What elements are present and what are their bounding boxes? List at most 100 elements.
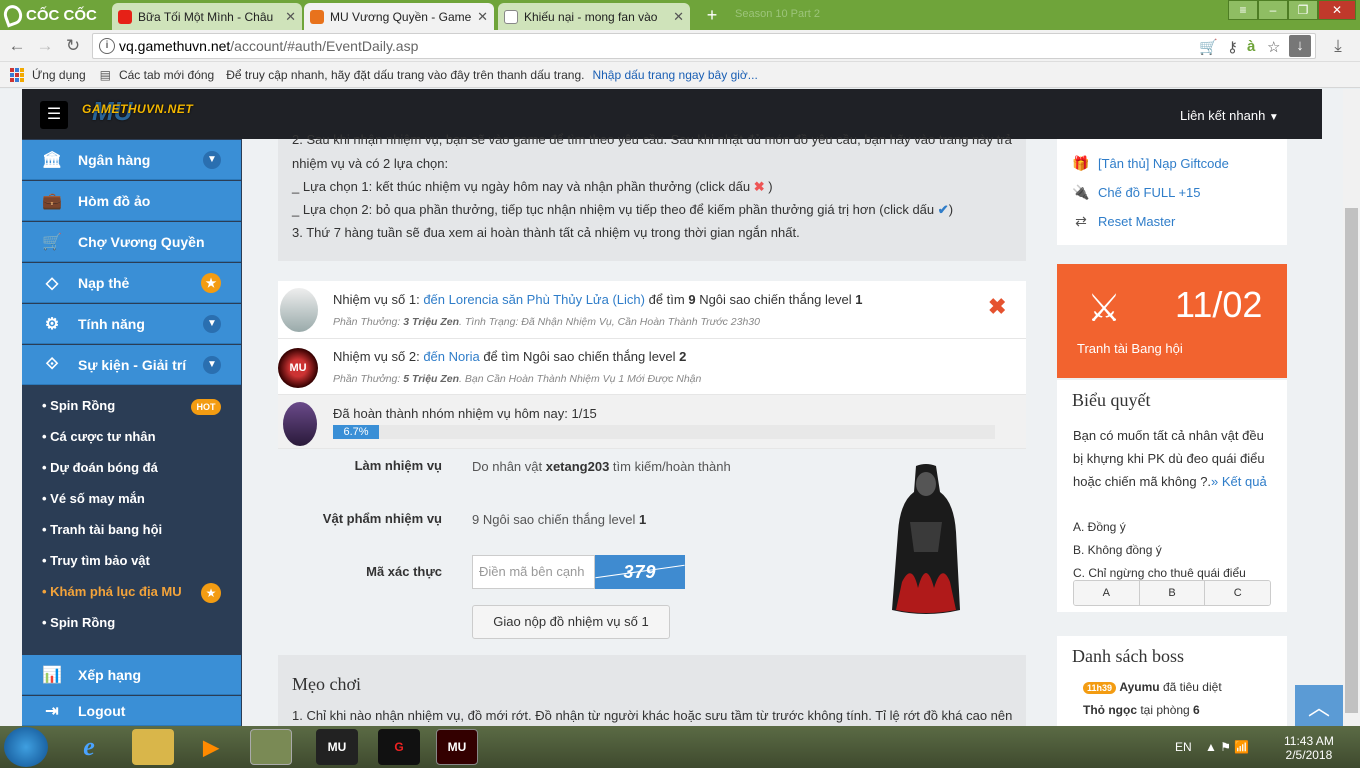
forward-icon[interactable]: → bbox=[34, 36, 56, 56]
tab-close-icon[interactable]: ✕ bbox=[285, 9, 296, 25]
language-indicator[interactable]: EN bbox=[1175, 740, 1192, 754]
poll-result-link[interactable]: » Kết quả bbox=[1211, 474, 1267, 489]
vote-b-button[interactable]: B bbox=[1139, 581, 1206, 605]
sidebar-item-virtual-chest[interactable]: 💼 Hòm đồ ảo bbox=[22, 181, 241, 221]
coccoc-taskbar-icon[interactable] bbox=[250, 729, 292, 765]
guild-contest-event-card[interactable]: ⚔ 11/02 Tranh tài Bang hội bbox=[1057, 264, 1287, 378]
tips-line: 1. Chỉ khi nào nhận nhiệm vụ, đồ mới rớt… bbox=[292, 708, 1013, 723]
site-logo[interactable]: MU GAMETHUVN.NET bbox=[82, 96, 194, 126]
chevron-down-icon: ▼ bbox=[203, 314, 221, 333]
start-button[interactable] bbox=[4, 727, 48, 767]
tab-khieu-nai[interactable]: Khiếu nại - mong fan vào ✕ bbox=[498, 3, 690, 30]
sidebar-item-events[interactable]: ⟐ Sự kiện - Giải trí ▼ bbox=[22, 345, 241, 385]
new-tab-button[interactable]: + bbox=[700, 6, 724, 26]
dark-wizard-character-image bbox=[888, 462, 964, 614]
submenu-guild-contest[interactable]: • Tranh tài bang hội bbox=[42, 522, 162, 537]
apps-icon[interactable] bbox=[10, 67, 24, 82]
internet-explorer-icon[interactable]: e bbox=[68, 729, 110, 765]
sidebar-item-ranking[interactable]: 📊 Xếp hạng bbox=[22, 655, 241, 695]
submenu-football-prediction[interactable]: • Dự đoán bóng đá bbox=[42, 460, 158, 475]
mu-launcher-icon[interactable]: MU bbox=[436, 729, 478, 765]
quick-links-menu[interactable]: Liên kết nhanh ▼ bbox=[1180, 108, 1279, 123]
mission-item-label: Vật phẩm nhiệm vụ bbox=[322, 511, 442, 526]
submenu-spin-rong-2[interactable]: • Spin Rồng bbox=[42, 615, 115, 630]
poll-question: Bạn có muốn tất cả nhân vật đều bị khựng… bbox=[1073, 428, 1267, 489]
vote-a-button[interactable]: A bbox=[1074, 581, 1140, 605]
bookmarks-hint: Để truy cập nhanh, hãy đặt dấu trang vào… bbox=[226, 67, 585, 82]
mission-2-location-link[interactable]: đến Noria bbox=[423, 349, 479, 364]
tray-icons[interactable]: ▲ ⚑ 📶 bbox=[1205, 740, 1249, 754]
tab-close-icon[interactable]: ✕ bbox=[673, 9, 684, 25]
sidebar-item-topup[interactable]: ◇ Nạp thẻ ★ bbox=[22, 263, 241, 303]
sidebar-item-label: Sự kiện - Giải trí bbox=[78, 356, 187, 373]
tab-mu-vuong-quyen[interactable]: MU Vương Quyền - Game ✕ bbox=[304, 3, 494, 30]
file-explorer-icon[interactable] bbox=[132, 729, 174, 765]
submenu-private-betting[interactable]: • Cá cược tư nhân bbox=[42, 429, 156, 444]
downloads-icon[interactable]: ⤓ bbox=[1327, 36, 1349, 56]
character-avatar bbox=[280, 288, 318, 332]
cart-icon[interactable]: 🛒 bbox=[1199, 38, 1218, 56]
caret-down-icon: ▼ bbox=[1268, 112, 1279, 123]
info-icon[interactable]: i bbox=[99, 38, 115, 54]
mission-1-location-link[interactable]: đến Lorencia săn Phù Thủy Lửa (Lich) bbox=[423, 292, 645, 307]
coccoc-logo[interactable]: CỐC CỐC bbox=[1, 2, 97, 28]
event-label: Tranh tài Bang hội bbox=[1077, 341, 1183, 356]
apps-link[interactable]: Ứng dụng bbox=[32, 68, 86, 82]
link-giftcode[interactable]: 🎁 [Tân thủ] Nạp Giftcode bbox=[1072, 155, 1229, 172]
sidebar-item-label: Logout bbox=[78, 702, 126, 719]
coccoc-leaf-icon bbox=[1, 2, 25, 28]
tab-youtube[interactable]: Bữa Tối Một Mình - Châu ✕ bbox=[112, 3, 302, 30]
submenu-explore-mu[interactable]: • Khám phá lục địa MU bbox=[42, 584, 182, 599]
exchange-icon: ⇄ bbox=[1075, 213, 1087, 229]
sidebar-item-bank[interactable]: 🏛 Ngân hàng ▼ bbox=[22, 140, 241, 180]
garena-icon[interactable]: G bbox=[378, 729, 420, 765]
vote-c-button[interactable]: C bbox=[1205, 581, 1270, 605]
close-window-button[interactable]: ✕ bbox=[1318, 0, 1356, 20]
address-bar[interactable]: i vq.gamethuvn.net/account/#auth/EventDa… bbox=[92, 33, 1316, 59]
poll-option-a: A. Đồng ý bbox=[1073, 520, 1126, 534]
download-icon[interactable]: ↓ bbox=[1289, 35, 1311, 57]
scrollbar-thumb[interactable] bbox=[1345, 208, 1358, 713]
mission-1-title: Nhiệm vụ số 1: đến Lorencia săn Phù Thủy… bbox=[333, 292, 863, 307]
hamburger-menu-icon[interactable]: ☰ bbox=[40, 101, 68, 129]
translate-icon[interactable]: à bbox=[1247, 38, 1255, 55]
media-player-icon[interactable]: ▶ bbox=[190, 729, 232, 765]
recent-tabs-link[interactable]: Các tab mới đóng bbox=[119, 68, 214, 82]
chevron-down-icon: ▼ bbox=[203, 355, 221, 374]
key-icon[interactable]: ⚷ bbox=[1227, 38, 1238, 56]
maximize-button[interactable]: ❐ bbox=[1288, 0, 1318, 20]
mu-game-icon[interactable]: MU bbox=[316, 729, 358, 765]
rule-line: _ Lựa chọn 1: kết thúc nhiệm vụ ngày hôm… bbox=[292, 179, 773, 194]
x-mark-icon: ✖ bbox=[753, 179, 765, 194]
link-full-15[interactable]: 🔌 Chế đồ FULL +15 bbox=[1072, 184, 1200, 201]
scroll-to-top-button[interactable]: ︿ bbox=[1295, 685, 1343, 731]
browser-brand: CỐC CỐC bbox=[26, 6, 97, 24]
minimize-button[interactable]: – bbox=[1258, 0, 1288, 20]
sidebar-item-features[interactable]: ⚙ Tính năng ▼ bbox=[22, 304, 241, 344]
sidebar-item-logout[interactable]: ⇥ Logout bbox=[22, 696, 241, 726]
menu-button[interactable]: ≡ bbox=[1228, 0, 1258, 20]
submenu-lottery[interactable]: • Vé số may mắn bbox=[42, 491, 145, 506]
submenu-treasure-hunt[interactable]: • Truy tìm bảo vật bbox=[42, 553, 150, 568]
cancel-mission-icon[interactable]: ✖ bbox=[988, 294, 1006, 320]
reload-icon[interactable]: ↻ bbox=[62, 36, 84, 56]
captcha-image[interactable]: 379 bbox=[595, 555, 685, 589]
mu-logo-avatar: MU bbox=[278, 348, 318, 388]
boss-entry-detail: Thỏ ngọc tại phòng 6 bbox=[1083, 703, 1200, 717]
rule-line: 2. Sau khi nhận nhiệm vụ, bạn sẽ vào gam… bbox=[292, 133, 1012, 147]
clock[interactable]: 11:43 AM 2/5/2018 bbox=[1284, 734, 1334, 762]
sidebar-item-market[interactable]: 🛒 Chợ Vương Quyền bbox=[22, 222, 241, 262]
captcha-input[interactable]: Điền mã bên cạnh bbox=[472, 555, 595, 589]
import-bookmarks-link[interactable]: Nhập dấu trang ngay bây giờ... bbox=[592, 68, 757, 82]
sidebar-item-label: Hòm đồ ảo bbox=[78, 192, 151, 209]
swordsman-icon: ⚔ bbox=[1087, 288, 1122, 330]
logo-text: GAMETHUVN.NET bbox=[82, 102, 194, 116]
tab-close-icon[interactable]: ✕ bbox=[477, 9, 488, 25]
progress-label: Đã hoàn thành nhóm nhiệm vụ hôm nay: 1/1… bbox=[333, 406, 597, 421]
link-reset-master[interactable]: ⇄ Reset Master bbox=[1072, 213, 1175, 230]
back-icon[interactable]: ← bbox=[6, 36, 28, 56]
star-badge-icon: ★ bbox=[201, 272, 221, 293]
submenu-spin-rong[interactable]: • Spin Rồng bbox=[42, 398, 115, 413]
submit-mission-button[interactable]: Giao nộp đồ nhiệm vụ số 1 bbox=[472, 605, 670, 639]
star-icon[interactable]: ☆ bbox=[1267, 38, 1280, 56]
